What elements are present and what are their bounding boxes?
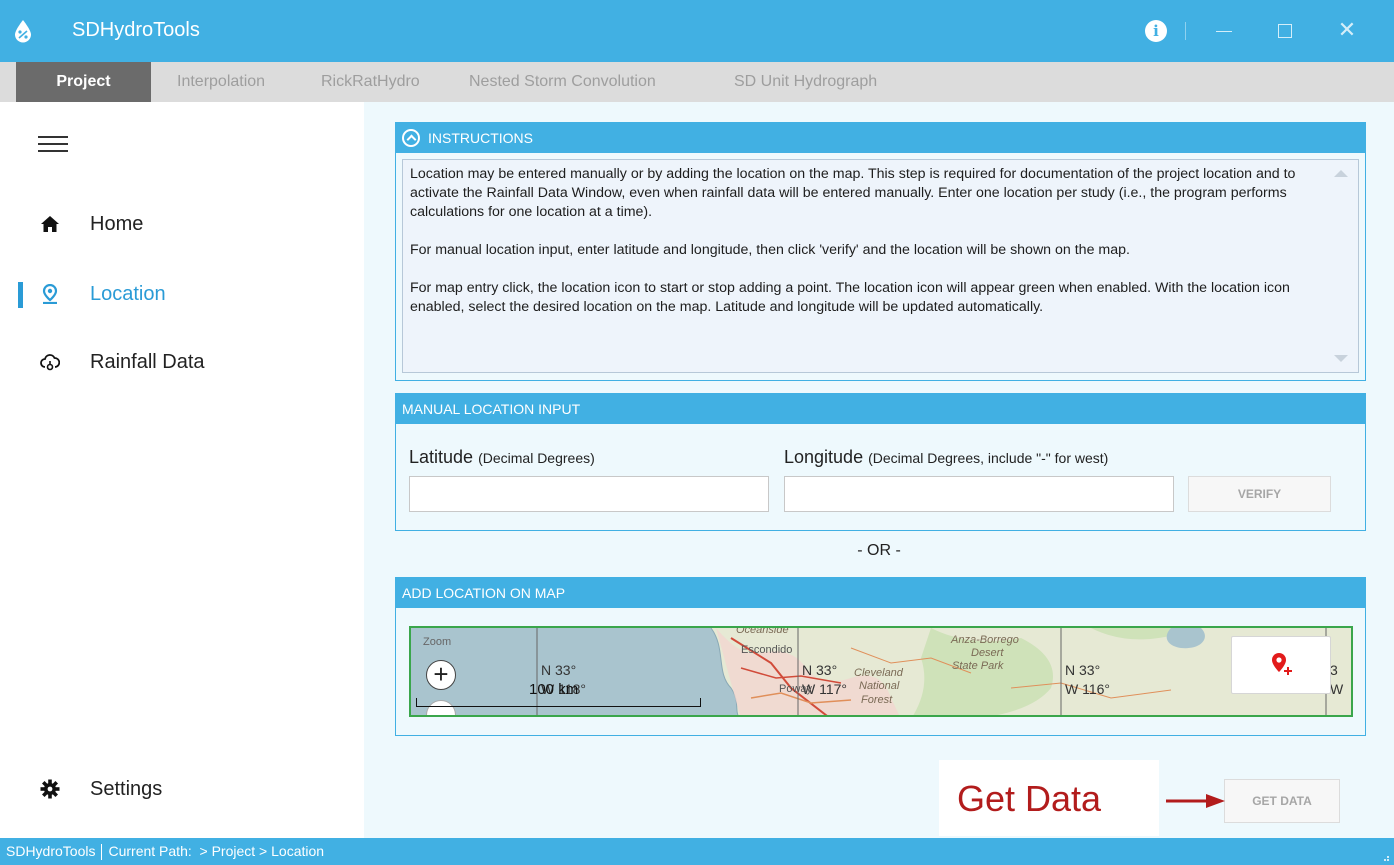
sidebar-item-label: Rainfall Data [90, 351, 205, 373]
place-label: Poway [779, 683, 813, 695]
map-pin-add-icon [1272, 653, 1292, 675]
get-data-callout: Get Data [939, 760, 1159, 836]
tab-nested-storm-convolution[interactable]: Nested Storm Convolution [469, 62, 656, 102]
zoom-in-button[interactable]: + [426, 660, 456, 690]
tab-sd-unit-hydrograph[interactable]: SD Unit Hydrograph [734, 62, 877, 102]
latitude-input[interactable] [409, 476, 769, 512]
tab-rickrathydro[interactable]: RickRatHydro [321, 62, 420, 102]
sidebar-item-label: Home [90, 213, 144, 235]
grid-label-lon: W 116° [1065, 681, 1111, 697]
sidebar-item-rainfall-data[interactable]: Rainfall Data [0, 342, 364, 382]
status-path-value: > Project > Location [199, 843, 325, 859]
maximize-button[interactable] [1278, 24, 1292, 38]
verify-button[interactable]: VERIFY [1188, 476, 1331, 512]
hamburger-menu-icon[interactable] [38, 136, 68, 156]
instructions-paragraph: For manual location input, enter latitud… [410, 242, 1130, 258]
place-label: Anza-Borrego [951, 634, 1019, 646]
sidebar-item-label: Settings [90, 778, 163, 800]
map-scale-bar [416, 698, 701, 707]
manual-location-header: MANUAL LOCATION INPUT [396, 394, 1365, 424]
resize-grip-icon[interactable] [1380, 852, 1390, 862]
scroll-down-arrow-icon[interactable] [1334, 355, 1348, 362]
longitude-label: Longitude (Decimal Degrees, include "-" … [784, 447, 1108, 468]
module-tab-bar: Project Interpolation RickRatHydro Neste… [0, 62, 1394, 102]
longitude-input[interactable] [784, 476, 1174, 512]
status-path-label: Current Path: [108, 843, 192, 859]
instructions-paragraph: Location may be entered manually or by a… [410, 166, 1296, 220]
or-separator: - OR - [857, 542, 901, 559]
place-label: Forest [861, 694, 893, 706]
sidebar-item-label: Location [90, 283, 166, 305]
status-app-name: SDHydroTools [6, 843, 96, 859]
grid-label-lon: W [1330, 681, 1344, 697]
longitude-label-text: Longitude [784, 447, 864, 467]
sidebar-item-location[interactable]: Location [0, 274, 364, 314]
sidebar: Home Location Rainfall Data Settings [0, 102, 364, 838]
grid-label-lat: 3 [1330, 662, 1338, 678]
grid-label-lat: N 33° [541, 662, 577, 678]
titlebar-divider [1185, 22, 1186, 40]
instructions-title: INSTRUCTIONS [428, 130, 533, 146]
sidebar-item-home[interactable]: Home [0, 204, 364, 244]
zoom-label: Zoom [423, 636, 452, 648]
manual-location-panel: MANUAL LOCATION INPUT Latitude (Decimal … [395, 393, 1366, 531]
sidebar-item-settings[interactable]: Settings [0, 769, 364, 809]
main-content: INSTRUCTIONS Location may be entered man… [364, 102, 1394, 838]
map-scale-label: 100 km [529, 681, 579, 698]
map-panel: ADD LOCATION ON MAP Zoom + N 33° W 118° … [395, 577, 1366, 736]
latitude-hint: (Decimal Degrees) [478, 450, 595, 466]
map-view[interactable]: Zoom + N 33° W 118° N 33° W 117° N 33° W… [409, 626, 1353, 717]
scroll-up-arrow-icon[interactable] [1334, 170, 1348, 177]
location-person-icon [42, 284, 58, 304]
minimize-button[interactable] [1216, 31, 1232, 32]
cloud-upload-icon [40, 354, 60, 371]
grid-label-lat: N 33° [1065, 662, 1101, 678]
instructions-panel: INSTRUCTIONS Location may be entered man… [395, 122, 1366, 381]
active-indicator [18, 282, 23, 308]
info-icon[interactable]: i [1145, 20, 1167, 42]
longitude-hint: (Decimal Degrees, include "-" for west) [868, 450, 1109, 466]
add-location-button[interactable] [1231, 636, 1331, 694]
app-title: SDHydroTools [72, 19, 200, 41]
status-bar: SDHydroTools Current Path: > Project > Lo… [0, 838, 1394, 865]
callout-arrow-icon [1166, 794, 1225, 808]
latitude-label: Latitude (Decimal Degrees) [409, 447, 595, 468]
instructions-text-box[interactable]: Location may be entered manually or by a… [402, 159, 1359, 373]
map-header: ADD LOCATION ON MAP [396, 578, 1365, 608]
place-label: Escondido [741, 644, 793, 656]
get-data-button[interactable]: GET DATA [1224, 779, 1340, 823]
grid-label-lat: N 33° [802, 662, 838, 678]
close-button[interactable]: ✕ [1334, 17, 1360, 43]
tab-project[interactable]: Project [16, 62, 151, 102]
droplet-icon [15, 20, 31, 43]
place-label: Oceanside [736, 626, 789, 636]
instructions-header[interactable]: INSTRUCTIONS [396, 123, 1365, 153]
callout-text: Get Data [957, 778, 1102, 819]
place-label: National [859, 680, 900, 692]
home-icon [41, 216, 59, 232]
title-bar: SDHydroTools i ✕ [0, 0, 1394, 62]
instructions-paragraph: For map entry click, the location icon t… [410, 280, 1290, 315]
collapse-chevron-icon[interactable] [402, 128, 420, 147]
gear-icon [40, 779, 60, 799]
tab-interpolation[interactable]: Interpolation [177, 62, 265, 102]
place-label: Desert [971, 647, 1004, 659]
latitude-label-text: Latitude [409, 447, 474, 467]
place-label: State Park [952, 660, 1004, 672]
place-label: Cleveland [854, 667, 903, 679]
